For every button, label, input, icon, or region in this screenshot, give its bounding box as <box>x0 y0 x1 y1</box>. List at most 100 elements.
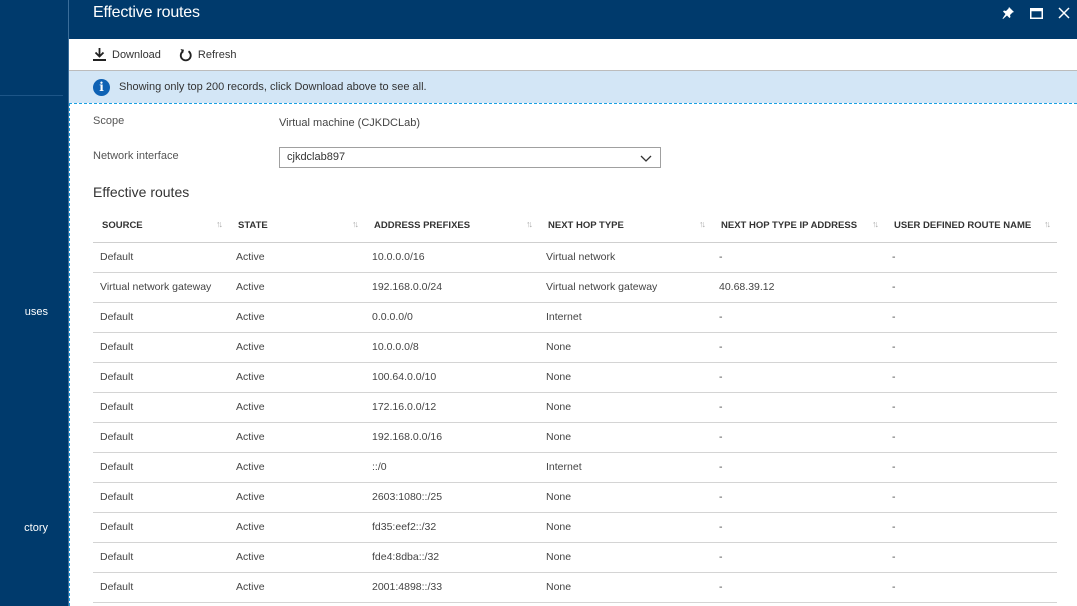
source-cell: Default <box>93 392 229 423</box>
udr-name-cell: - <box>885 392 1057 423</box>
sidebar-divider <box>0 95 63 96</box>
network-interface-label: Network interface <box>93 150 179 162</box>
next-hop-ip-cell: - <box>712 242 885 273</box>
state-cell: Active <box>229 362 365 393</box>
udr-name-cell: - <box>885 272 1057 303</box>
sidebar-item-partial[interactable]: ctory <box>24 522 48 534</box>
sort-icon[interactable]: ↑↓ <box>216 219 223 229</box>
source-cell: Default <box>93 362 229 393</box>
table-row[interactable]: Virtual network gateway Active 192.168.0.0… <box>93 272 1057 303</box>
column-header-label: STATE <box>238 219 268 231</box>
table-row[interactable]: Default Active 10.0.0.0/16 Virtual network -… <box>93 242 1057 273</box>
address-prefix-cell: 0.0.0.0/0 <box>365 302 539 333</box>
next-hop-ip-cell: - <box>712 392 885 423</box>
table-row[interactable]: Default Active 0.0.0.0/0 Internet - - <box>93 302 1057 333</box>
next-hop-type-cell: None <box>539 362 712 393</box>
next-hop-type-cell: Virtual network gateway <box>539 272 712 303</box>
state-cell: Active <box>229 542 365 573</box>
state-cell: Active <box>229 452 365 483</box>
address-prefix-cell: 2001:4898::/33 <box>365 572 539 603</box>
table-row[interactable]: Default Active 10.0.0.0/8 None - - <box>93 332 1057 363</box>
state-cell: Active <box>229 332 365 363</box>
blade-title: Effective routes <box>93 4 200 21</box>
column-header-source[interactable]: SOURCE ↑↓ <box>93 209 229 243</box>
scope-value: Virtual machine (CJKDCLab) <box>279 117 421 129</box>
address-prefix-cell: 192.168.0.0/16 <box>365 422 539 453</box>
next-hop-ip-cell: - <box>712 572 885 603</box>
column-header-label: USER DEFINED ROUTE NAME <box>894 219 1032 231</box>
table-row[interactable]: Default Active fd35:eef2::/32 None - - <box>93 512 1057 543</box>
next-hop-type-cell: None <box>539 482 712 513</box>
pin-icon[interactable] <box>999 4 1017 22</box>
network-interface-dropdown[interactable]: cjkdclab897 <box>279 147 661 168</box>
blade-content: Scope Virtual machine (CJKDCLab) Network… <box>69 103 1077 606</box>
source-cell: Default <box>93 512 229 543</box>
next-hop-ip-cell: - <box>712 302 885 333</box>
state-cell: Active <box>229 572 365 603</box>
column-header-udr-name[interactable]: USER DEFINED ROUTE NAME ↑↓ <box>885 209 1057 243</box>
next-hop-ip-cell: - <box>712 422 885 453</box>
sort-icon[interactable]: ↑↓ <box>699 219 706 229</box>
source-cell: Default <box>93 332 229 363</box>
udr-name-cell: - <box>885 542 1057 573</box>
source-cell: Default <box>93 242 229 273</box>
table-row[interactable]: Default Active 192.168.0.0/16 None - - <box>93 422 1057 453</box>
next-hop-type-cell: Internet <box>539 302 712 333</box>
source-cell: Default <box>93 302 229 333</box>
sort-icon[interactable]: ↑↓ <box>526 219 533 229</box>
column-header-state[interactable]: STATE ↑↓ <box>229 209 365 243</box>
info-banner: i Showing only top 200 records, click Do… <box>69 71 1077 103</box>
routes-table: SOURCE ↑↓ STATE ↑↓ ADDRESS PREFIXES ↑↓ NEXT… <box>93 209 1057 603</box>
table-row[interactable]: Default Active::/0 Internet - - <box>93 452 1057 483</box>
refresh-button[interactable]: Refresh <box>179 48 237 62</box>
source-cell: Default <box>93 542 229 573</box>
state-cell: Active <box>229 242 365 273</box>
next-hop-type-cell: None <box>539 332 712 363</box>
sort-icon[interactable]: ↑↓ <box>352 219 359 229</box>
column-header-label: NEXT HOP TYPE IP ADDRESS <box>721 219 858 231</box>
column-header-address-prefixes[interactable]: ADDRESS PREFIXES ↑↓ <box>365 209 539 243</box>
next-hop-type-cell: None <box>539 542 712 573</box>
address-prefix-cell: 100.64.0.0/10 <box>365 362 539 393</box>
column-header-next-hop-type[interactable]: NEXT HOP TYPE ↑↓ <box>539 209 712 243</box>
info-icon: i <box>93 78 110 96</box>
udr-name-cell: - <box>885 242 1057 273</box>
close-icon[interactable] <box>1055 4 1073 22</box>
section-title: Effective routes <box>93 184 190 200</box>
state-cell: Active <box>229 272 365 303</box>
table-row[interactable]: Default Active 2603:1080::/25 None - - <box>93 482 1057 513</box>
sort-icon[interactable]: ↑↓ <box>1044 219 1051 229</box>
next-hop-type-cell: None <box>539 422 712 453</box>
next-hop-ip-cell: - <box>712 362 885 393</box>
column-header-label: SOURCE <box>102 219 143 231</box>
next-hop-type-cell: None <box>539 392 712 423</box>
chevron-down-icon <box>640 151 652 169</box>
table-row[interactable]: Default Active 100.64.0.0/10 None - - <box>93 362 1057 393</box>
table-row[interactable]: Default Active fde4:8dba::/32 None - - <box>93 542 1057 573</box>
column-header-label: ADDRESS PREFIXES <box>374 219 471 231</box>
udr-name-cell: - <box>885 332 1057 363</box>
table-row[interactable]: Default Active 172.16.0.0/12 None - - <box>93 392 1057 423</box>
udr-name-cell: - <box>885 302 1057 333</box>
blade-header: Effective routes <box>69 0 1077 39</box>
column-header-next-hop-ip[interactable]: NEXT HOP TYPE IP ADDRESS ↑↓ <box>712 209 885 243</box>
sidebar-item-partial[interactable]: uses <box>25 306 48 318</box>
address-prefix-cell: fde4:8dba::/32 <box>365 542 539 573</box>
download-button[interactable]: Download <box>93 48 161 61</box>
refresh-icon <box>179 48 192 62</box>
table-row[interactable]: Default Active 2001:4898::/33 None - - <box>93 572 1057 603</box>
next-hop-type-cell: Virtual network <box>539 242 712 273</box>
command-bar: Download Refresh <box>69 39 1077 71</box>
address-prefix-cell: ::/0 <box>365 452 539 483</box>
sort-icon[interactable]: ↑↓ <box>872 219 879 229</box>
source-cell: Default <box>93 572 229 603</box>
state-cell: Active <box>229 482 365 513</box>
udr-name-cell: - <box>885 572 1057 603</box>
source-cell: Default <box>93 422 229 453</box>
table-header-row: SOURCE ↑↓ STATE ↑↓ ADDRESS PREFIXES ↑↓ NEXT… <box>93 209 1057 243</box>
routes-table-body: Default Active 10.0.0.0/16 Virtual network -… <box>93 242 1057 603</box>
next-hop-ip-cell: - <box>712 542 885 573</box>
maximize-icon[interactable] <box>1027 4 1045 22</box>
refresh-label: Refresh <box>197 48 237 61</box>
address-prefix-cell: 10.0.0.0/16 <box>365 242 539 273</box>
